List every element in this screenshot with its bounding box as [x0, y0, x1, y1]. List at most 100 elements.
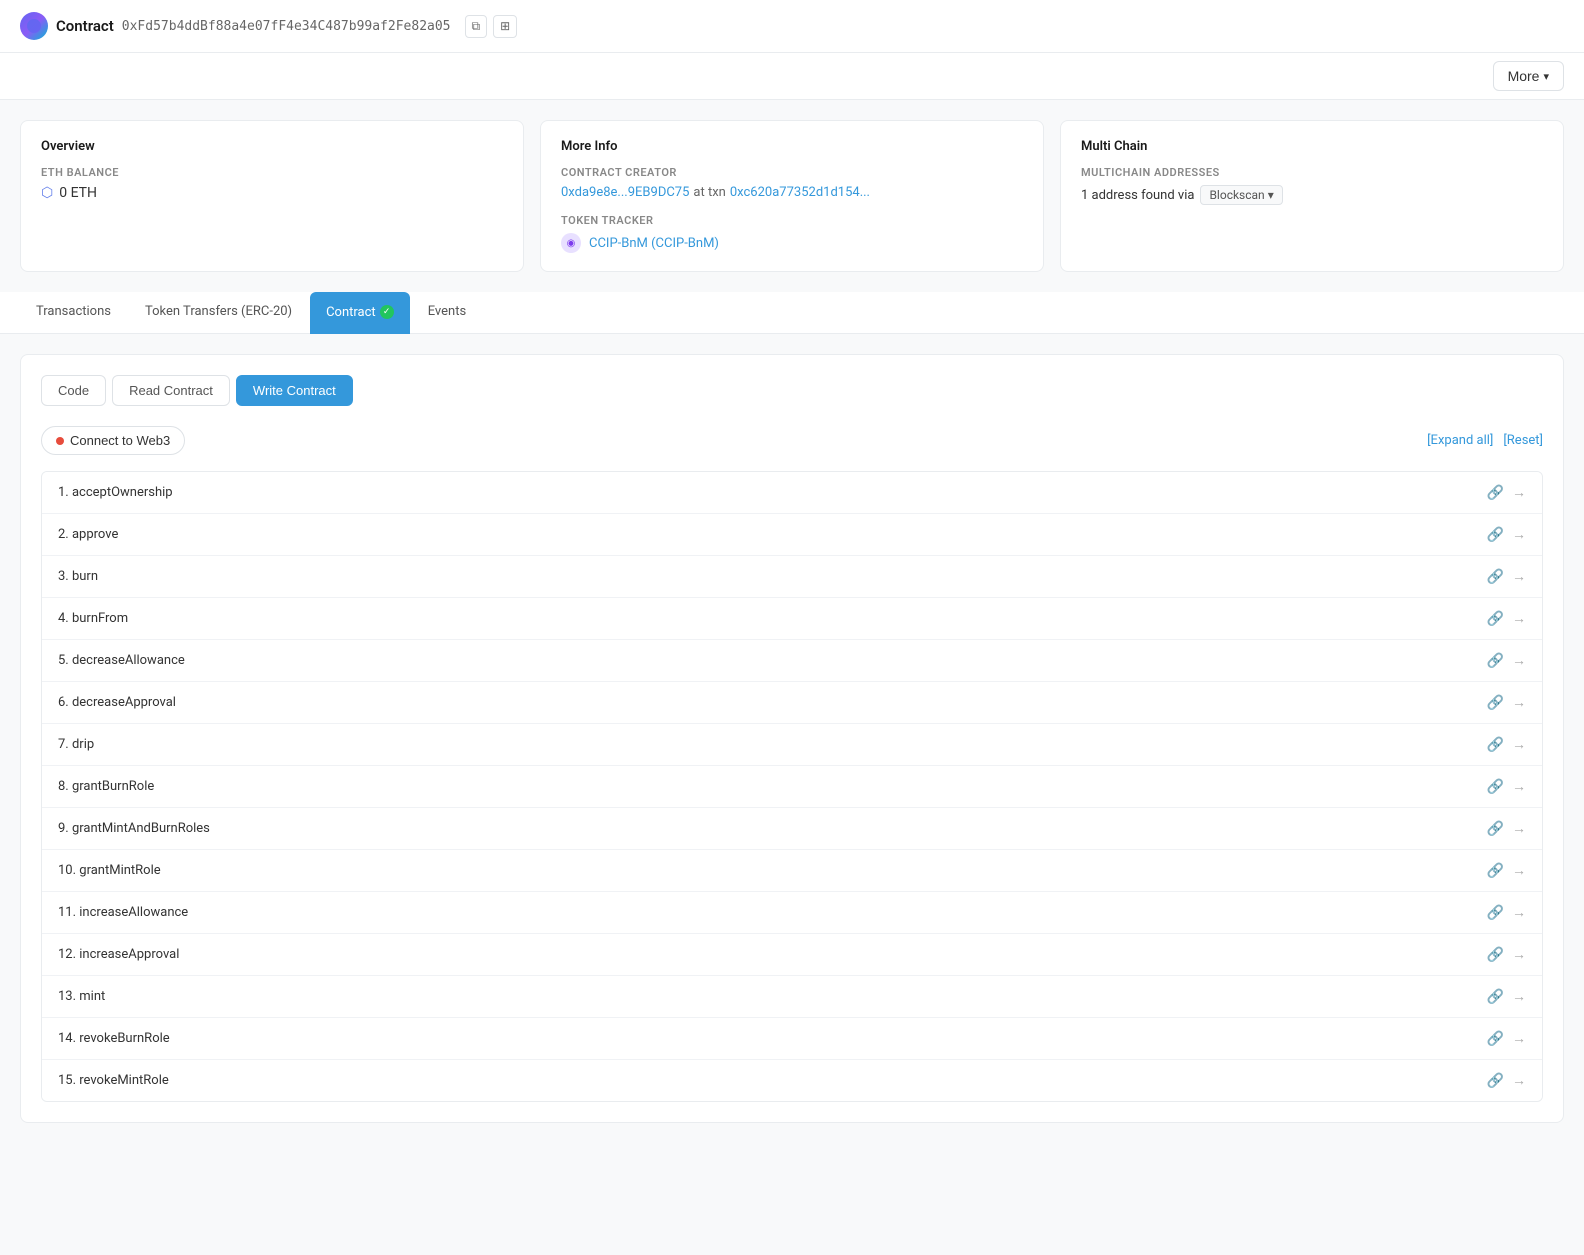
arrow-right-icon[interactable]: →: [1512, 778, 1526, 795]
copy-address-button[interactable]: ⧉: [465, 15, 488, 38]
function-name: 8. grantBurnRole: [58, 779, 154, 794]
reset-link[interactable]: [Reset]: [1503, 433, 1543, 448]
header-left: Contract 0xFd57b4ddBf88a4e07fF4e34C487b9…: [20, 12, 517, 40]
arrow-right-icon[interactable]: →: [1512, 526, 1526, 543]
arrow-right-icon[interactable]: →: [1512, 484, 1526, 501]
function-name: 5. decreaseAllowance: [58, 653, 185, 668]
arrow-right-icon[interactable]: →: [1512, 820, 1526, 837]
contract-verified-badge: ✓: [380, 305, 394, 319]
tab-transactions[interactable]: Transactions: [20, 292, 127, 333]
function-action-group: 🔗 →: [1487, 820, 1526, 837]
function-action-group: 🔗 →: [1487, 904, 1526, 921]
anchor-icon[interactable]: 🔗: [1487, 1031, 1504, 1047]
arrow-right-icon[interactable]: →: [1512, 1072, 1526, 1089]
function-name: 10. grantMintRole: [58, 863, 161, 878]
sub-tab-read-contract[interactable]: Read Contract: [112, 375, 230, 406]
function-row[interactable]: 4. burnFrom 🔗 →: [42, 598, 1542, 640]
tabs-row: Transactions Token Transfers (ERC-20) Co…: [0, 292, 1584, 334]
tab-token-transfers[interactable]: Token Transfers (ERC-20): [129, 292, 308, 333]
function-name: 4. burnFrom: [58, 611, 128, 626]
expand-all-link[interactable]: [Expand all]: [1427, 433, 1493, 448]
arrow-right-icon[interactable]: →: [1512, 904, 1526, 921]
function-row[interactable]: 7. drip 🔗 →: [42, 724, 1542, 766]
anchor-icon[interactable]: 🔗: [1487, 779, 1504, 795]
function-name: 3. burn: [58, 569, 98, 584]
function-action-group: 🔗 →: [1487, 736, 1526, 753]
arrow-right-icon[interactable]: →: [1512, 568, 1526, 585]
function-name: 11. increaseAllowance: [58, 905, 188, 920]
function-action-group: 🔗 →: [1487, 778, 1526, 795]
function-row[interactable]: 8. grantBurnRole 🔗 →: [42, 766, 1542, 808]
anchor-icon[interactable]: 🔗: [1487, 611, 1504, 627]
anchor-icon[interactable]: 🔗: [1487, 905, 1504, 921]
multi-chain-card: Multi Chain MULTICHAIN ADDRESSES 1 addre…: [1060, 120, 1564, 272]
txn-hash-link[interactable]: 0xc620a77352d1d154...: [730, 185, 870, 200]
arrow-right-icon[interactable]: →: [1512, 862, 1526, 879]
anchor-icon[interactable]: 🔗: [1487, 821, 1504, 837]
more-label: More: [1508, 68, 1540, 84]
tab-contract[interactable]: Contract ✓: [310, 292, 410, 334]
function-row[interactable]: 3. burn 🔗 →: [42, 556, 1542, 598]
chevron-down-icon: ▾: [1543, 70, 1549, 83]
anchor-icon[interactable]: 🔗: [1487, 527, 1504, 543]
function-name: 14. revokeBurnRole: [58, 1031, 170, 1046]
anchor-icon[interactable]: 🔗: [1487, 653, 1504, 669]
arrow-right-icon[interactable]: →: [1512, 1030, 1526, 1047]
function-row[interactable]: 13. mint 🔗 →: [42, 976, 1542, 1018]
sub-tab-write-contract[interactable]: Write Contract: [236, 375, 353, 406]
anchor-icon[interactable]: 🔗: [1487, 737, 1504, 753]
function-row[interactable]: 5. decreaseAllowance 🔗 →: [42, 640, 1542, 682]
qr-code-button[interactable]: ⊞: [493, 15, 517, 38]
connect-web3-button[interactable]: Connect to Web3: [41, 426, 185, 455]
function-row[interactable]: 9. grantMintAndBurnRoles 🔗 →: [42, 808, 1542, 850]
tab-events-label: Events: [428, 304, 466, 319]
sub-tab-read-contract-label: Read Contract: [129, 383, 213, 398]
arrow-right-icon[interactable]: →: [1512, 946, 1526, 963]
function-row[interactable]: 10. grantMintRole 🔗 →: [42, 850, 1542, 892]
anchor-icon[interactable]: 🔗: [1487, 863, 1504, 879]
function-row[interactable]: 2. approve 🔗 →: [42, 514, 1542, 556]
blockscan-label: Blockscan: [1209, 188, 1264, 202]
anchor-icon[interactable]: 🔗: [1487, 1073, 1504, 1089]
anchor-icon[interactable]: 🔗: [1487, 569, 1504, 585]
cards-row: Overview ETH BALANCE ⬡ 0 ETH More Info C…: [0, 100, 1584, 292]
arrow-right-icon[interactable]: →: [1512, 736, 1526, 753]
function-action-group: 🔗 →: [1487, 988, 1526, 1005]
more-info-card: More Info CONTRACT CREATOR 0xda9e8e...9E…: [540, 120, 1044, 272]
function-row[interactable]: 12. increaseApproval 🔗 →: [42, 934, 1542, 976]
creator-address-link[interactable]: 0xda9e8e...9EB9DC75: [561, 185, 689, 200]
function-row[interactable]: 15. revokeMintRole 🔗 →: [42, 1060, 1542, 1101]
sub-tab-code[interactable]: Code: [41, 375, 106, 406]
more-button[interactable]: More ▾: [1493, 61, 1564, 91]
function-action-group: 🔗 →: [1487, 694, 1526, 711]
function-row[interactable]: 1. acceptOwnership 🔗 →: [42, 472, 1542, 514]
controls-row: Connect to Web3 [Expand all] [Reset]: [41, 426, 1543, 455]
function-row[interactable]: 6. decreaseApproval 🔗 →: [42, 682, 1542, 724]
qr-icon: ⊞: [500, 19, 510, 33]
eth-balance-value: ⬡ 0 ETH: [41, 185, 503, 201]
arrow-right-icon[interactable]: →: [1512, 988, 1526, 1005]
copy-icon: ⧉: [472, 19, 481, 33]
multichain-addr-row: 1 address found via Blockscan ▾: [1081, 185, 1543, 205]
anchor-icon[interactable]: 🔗: [1487, 989, 1504, 1005]
connection-status-dot: [56, 437, 64, 445]
arrow-right-icon[interactable]: →: [1512, 652, 1526, 669]
function-row[interactable]: 14. revokeBurnRole 🔗 →: [42, 1018, 1542, 1060]
tab-events[interactable]: Events: [412, 292, 482, 333]
tab-transactions-label: Transactions: [36, 304, 111, 319]
token-name-link[interactable]: CCIP-BnM (CCIP-BnM): [589, 236, 719, 251]
function-action-group: 🔗 →: [1487, 526, 1526, 543]
function-row[interactable]: 11. increaseAllowance 🔗 →: [42, 892, 1542, 934]
arrow-right-icon[interactable]: →: [1512, 694, 1526, 711]
function-name: 6. decreaseApproval: [58, 695, 176, 710]
at-txn-text: at txn: [693, 185, 725, 200]
blockscan-dropdown[interactable]: Blockscan ▾: [1200, 185, 1282, 205]
arrow-right-icon[interactable]: →: [1512, 610, 1526, 627]
overview-card: Overview ETH BALANCE ⬡ 0 ETH: [20, 120, 524, 272]
anchor-icon[interactable]: 🔗: [1487, 695, 1504, 711]
anchor-icon[interactable]: 🔗: [1487, 485, 1504, 501]
eth-balance-amount: 0 ETH: [59, 185, 97, 201]
function-action-group: 🔗 →: [1487, 1072, 1526, 1089]
function-name: 12. increaseApproval: [58, 947, 179, 962]
anchor-icon[interactable]: 🔗: [1487, 947, 1504, 963]
